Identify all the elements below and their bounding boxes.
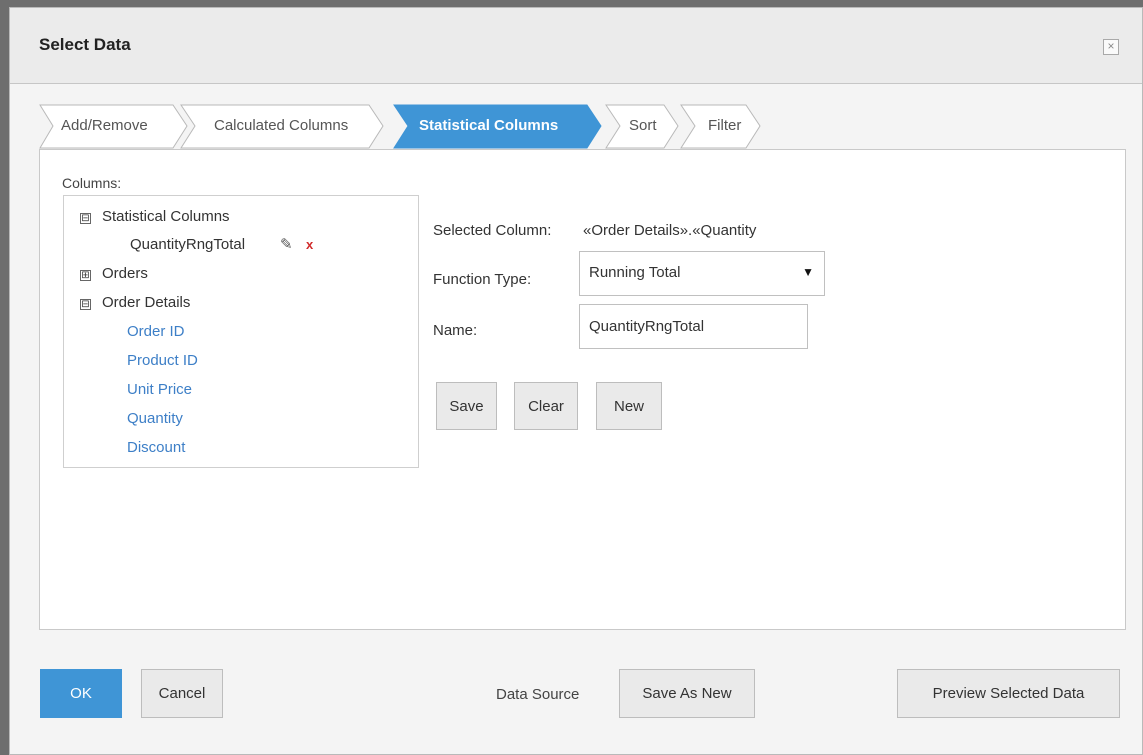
clear-button[interactable]: Clear (514, 382, 578, 430)
data-source-label: Data Source (496, 686, 580, 703)
tree-field-order-id[interactable]: Order ID (127, 323, 185, 340)
collapse-icon[interactable]: ⊟ (80, 213, 91, 224)
tree-group-statistical-columns[interactable]: Statistical Columns (102, 208, 230, 225)
dialog-titlebar: Select Data × (10, 8, 1142, 84)
save-button[interactable]: Save (436, 382, 497, 430)
tree-group-orders[interactable]: Orders (102, 265, 148, 282)
name-input[interactable] (579, 304, 808, 349)
delete-x-icon[interactable]: x (306, 237, 313, 252)
select-data-dialog: Select Data × Add/Remove Calculated Colu… (9, 7, 1143, 755)
expand-icon[interactable]: ⊞ (80, 270, 91, 281)
tab-calculated-columns-label: Calculated Columns (214, 117, 349, 134)
tree-item-quantityrngtotal[interactable]: QuantityRngTotal (130, 236, 245, 253)
cancel-button[interactable]: Cancel (141, 669, 223, 718)
pencil-icon[interactable]: ✎ (280, 235, 293, 253)
function-type-select[interactable]: Running Total ▼ (579, 251, 825, 296)
tree-field-discount[interactable]: Discount (127, 439, 185, 456)
columns-label: Columns: (62, 175, 122, 191)
tree-field-unit-price[interactable]: Unit Price (127, 381, 192, 398)
tab-filter-label: Filter (708, 117, 742, 134)
collapse-icon[interactable]: ⊟ (80, 299, 91, 310)
dropdown-arrow-icon: ▼ (802, 265, 814, 279)
dialog-title: Select Data (39, 35, 131, 54)
tab-sort-label: Sort (629, 117, 657, 134)
close-icon[interactable]: × (1103, 39, 1119, 55)
function-type-value: Running Total (589, 264, 681, 281)
columns-tree[interactable]: ⊟ Statistical Columns QuantityRngTotal ✎… (63, 195, 419, 468)
name-label: Name: (433, 322, 478, 339)
tab-add-remove-label: Add/Remove (61, 117, 148, 134)
tree-group-order-details[interactable]: Order Details (102, 294, 190, 311)
tree-field-product-id[interactable]: Product ID (127, 352, 198, 369)
ok-button[interactable]: OK (40, 669, 122, 718)
function-type-label: Function Type: (433, 271, 532, 288)
save-as-new-button[interactable]: Save As New (619, 669, 755, 718)
tab-statistical-columns-label: Statistical Columns (419, 117, 559, 134)
wizard-tabs: Add/Remove Calculated Columns Statistica… (10, 104, 810, 149)
preview-selected-data-button[interactable]: Preview Selected Data (897, 669, 1120, 718)
selected-column-label: Selected Column: (433, 222, 552, 239)
tree-field-quantity[interactable]: Quantity (127, 410, 183, 427)
new-button[interactable]: New (596, 382, 662, 430)
selected-column-value: «Order Details».«Quantity (583, 222, 757, 239)
statistical-columns-panel: Columns: ⊟ Statistical Columns QuantityR… (39, 149, 1126, 630)
